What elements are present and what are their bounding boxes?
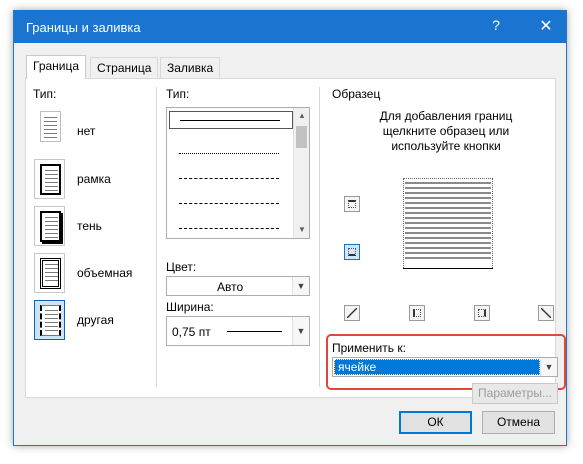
setting-shadow[interactable] — [34, 206, 65, 246]
cancel-button[interactable]: Отмена — [482, 411, 555, 434]
width-label: Ширина: — [166, 300, 214, 314]
border-left-button[interactable] — [409, 305, 425, 321]
preview-hint-1: Для добавления границ — [379, 109, 513, 123]
setting-none[interactable] — [34, 106, 65, 146]
tab-content: Тип: нет рамка тень объемная другая Тип:… — [25, 78, 566, 404]
setting-box-label: рамка — [77, 172, 111, 186]
color-value: Авто — [217, 280, 244, 294]
preview-hint-3: используйте кнопки — [391, 139, 501, 153]
preview-sample[interactable] — [398, 174, 498, 272]
chevron-down-icon[interactable]: ▼ — [292, 317, 309, 345]
tab-page-border-label: Страница — [97, 61, 152, 75]
diagonal-up-icon — [347, 308, 357, 318]
tab-page-border[interactable]: Страница — [90, 57, 159, 79]
setting-box[interactable] — [34, 159, 65, 199]
tab-shading[interactable]: Заливка — [160, 57, 221, 79]
color-label: Цвет: — [166, 260, 197, 274]
preview-hint-2: щелкните образец или — [382, 124, 510, 138]
setting-3d[interactable] — [34, 253, 65, 293]
divider-left — [156, 87, 157, 387]
borders-shading-dialog: Границы и заливка ? ✕ Граница Страница З… — [13, 10, 567, 446]
scroll-thumb[interactable] — [296, 126, 307, 148]
close-button[interactable]: ✕ — [536, 16, 556, 36]
title-bar: Границы и заливка ? ✕ — [14, 11, 566, 43]
line-style-list[interactable]: ▲ ▼ — [166, 107, 310, 239]
width-value: 0,75 пт — [172, 325, 211, 339]
preview-label: Образец — [332, 87, 381, 101]
tab-shading-label: Заливка — [167, 61, 214, 75]
ok-button[interactable]: ОК — [399, 411, 472, 434]
setting-custom[interactable] — [34, 300, 65, 340]
chevron-down-icon[interactable]: ▼ — [292, 277, 309, 295]
border-top-button[interactable] — [344, 196, 360, 212]
border-diagonal-down-button[interactable] — [538, 305, 554, 321]
tab-borders-label: Граница — [33, 59, 80, 73]
setting-none-label: нет — [77, 124, 96, 138]
line-style-dashed-small[interactable] — [179, 178, 279, 179]
options-button[interactable]: Параметры... — [472, 383, 558, 404]
help-button[interactable]: ? — [486, 17, 506, 33]
setting-shadow-label: тень — [77, 219, 102, 233]
width-combobox[interactable]: 0,75 пт ▼ — [166, 316, 310, 346]
diagonal-down-icon — [541, 308, 551, 318]
line-style-dotted[interactable] — [179, 153, 279, 154]
setting-3d-label: объемная — [77, 266, 133, 280]
dialog-title: Границы и заливка — [26, 20, 141, 35]
scroll-down-icon[interactable]: ▼ — [294, 222, 310, 238]
tab-borders[interactable]: Граница — [26, 55, 87, 79]
apply-to-combobox[interactable]: ячейке ▼ — [332, 357, 558, 377]
border-inside-vertical-button[interactable] — [474, 305, 490, 321]
setting-custom-label: другая — [77, 313, 114, 327]
apply-to-label: Применить к: — [332, 341, 406, 355]
color-combobox[interactable]: Авто ▼ — [166, 276, 310, 296]
setting-label: Тип: — [33, 87, 57, 101]
apply-to-value: ячейке — [338, 360, 377, 374]
divider-right — [319, 87, 320, 387]
border-diagonal-up-button[interactable] — [344, 305, 360, 321]
scroll-up-icon[interactable]: ▲ — [294, 108, 310, 124]
chevron-down-icon[interactable]: ▼ — [540, 358, 557, 376]
line-style-dashed-large[interactable] — [179, 228, 279, 229]
line-style-dashed[interactable] — [179, 203, 279, 204]
line-style-scrollbar[interactable]: ▲ ▼ — [293, 108, 309, 238]
border-inside-horizontal-button[interactable] — [344, 244, 360, 260]
style-label: Тип: — [166, 87, 190, 101]
line-style-selected[interactable] — [169, 111, 293, 129]
